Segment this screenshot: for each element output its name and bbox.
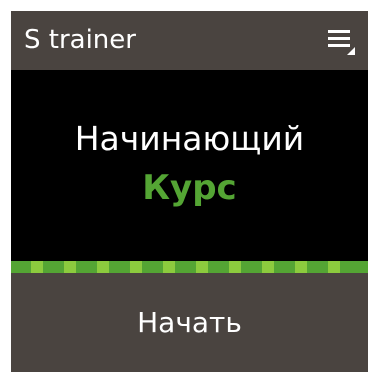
app-title: S trainer [24, 25, 136, 55]
strip-segment [229, 261, 241, 273]
strip-segment [64, 261, 76, 273]
strip-segment [31, 261, 43, 273]
strip-segment [295, 261, 307, 273]
strip-segment [196, 261, 208, 273]
app-screen: S trainer Начинающий Курс Начать [11, 11, 368, 372]
app-header: S trainer [11, 11, 368, 70]
start-button[interactable]: Начать [11, 273, 368, 372]
progress-strip [11, 261, 368, 273]
strip-segment [328, 261, 340, 273]
menu-icon[interactable] [328, 28, 356, 56]
strip-segment [163, 261, 175, 273]
strip-segment [97, 261, 109, 273]
course-panel: Начинающий Курс [11, 70, 368, 261]
strip-segment [262, 261, 274, 273]
footer-bar: Начать [11, 273, 368, 372]
level-label: Начинающий [74, 119, 305, 158]
strip-segment [130, 261, 142, 273]
course-label: Курс [142, 168, 237, 208]
